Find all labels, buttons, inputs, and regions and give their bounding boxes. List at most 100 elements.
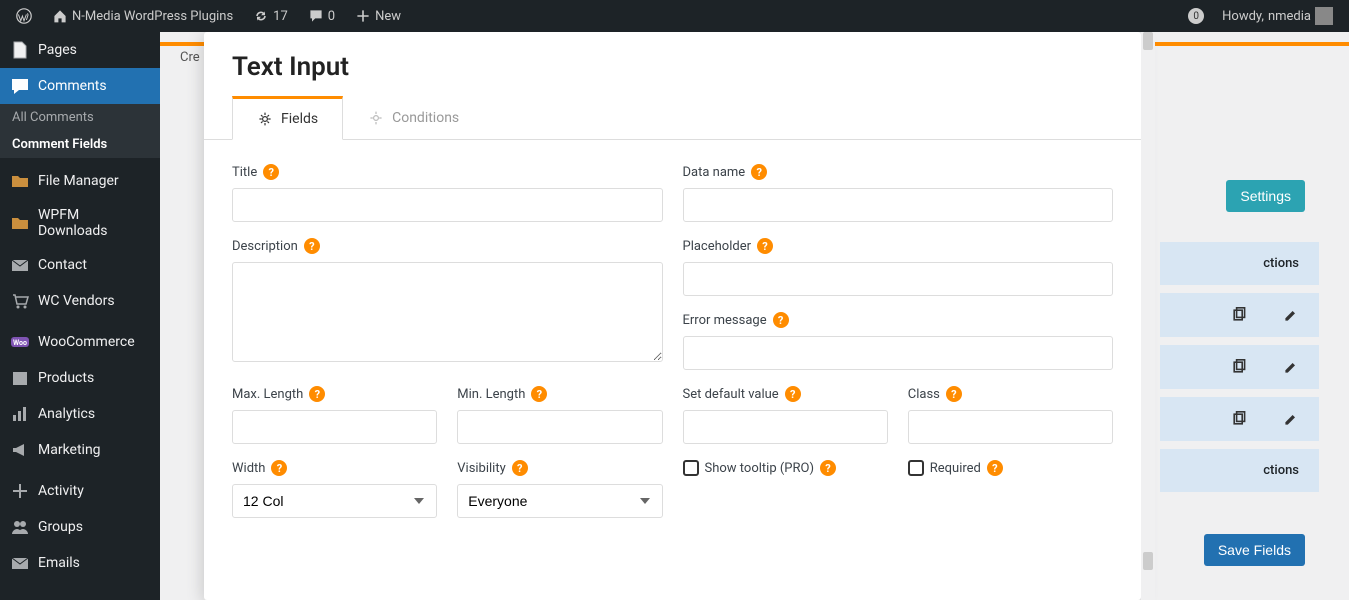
help-icon[interactable]: ? <box>304 238 320 254</box>
table-row <box>1160 397 1319 441</box>
sidebar-item-emails[interactable]: Emails <box>0 545 160 581</box>
download-icon <box>10 213 30 233</box>
sidebar-sub-all-comments[interactable]: All Comments <box>0 104 160 131</box>
help-icon[interactable]: ? <box>751 164 767 180</box>
new-menu[interactable]: New <box>347 0 409 32</box>
required-checkbox[interactable] <box>908 460 924 476</box>
save-fields-button[interactable]: Save Fields <box>1204 534 1305 566</box>
comments-bubble[interactable]: 0 <box>300 0 343 32</box>
settings-button[interactable]: Settings <box>1226 180 1305 212</box>
label-text: Data name <box>683 165 746 180</box>
edit-icon[interactable] <box>1283 411 1299 427</box>
updates[interactable]: 17 <box>245 0 296 32</box>
label-text: Placeholder <box>683 239 752 254</box>
folder-icon <box>10 171 30 191</box>
copy-icon[interactable] <box>1231 359 1247 375</box>
sidebar-item-wpfm[interactable]: WPFM Downloads <box>0 199 160 247</box>
site-name[interactable]: N-Media WordPress Plugins <box>44 0 241 32</box>
sidebar-label: Comments <box>38 78 107 94</box>
sidebar-item-pages[interactable]: Pages <box>0 32 160 68</box>
min-length-input[interactable] <box>457 410 662 444</box>
help-icon[interactable]: ? <box>263 164 279 180</box>
tab-label: Fields <box>281 111 318 127</box>
gear-icon <box>257 111 273 127</box>
new-label: New <box>375 9 401 24</box>
sidebar-item-comments[interactable]: Comments <box>0 68 160 104</box>
field-required: Required ? <box>908 460 1113 518</box>
description-input[interactable] <box>232 262 663 362</box>
tab-fields[interactable]: Fields <box>232 96 343 140</box>
help-icon[interactable]: ? <box>987 460 1003 476</box>
modal-scrollbar[interactable] <box>1141 32 1155 600</box>
placeholder-input[interactable] <box>683 262 1114 296</box>
sidebar-label: WC Vendors <box>38 293 115 309</box>
sidebar-item-groups[interactable]: Groups <box>0 509 160 545</box>
error-message-input[interactable] <box>683 336 1114 370</box>
sidebar-item-products[interactable]: Products <box>0 360 160 396</box>
label-text: Show tooltip (PRO) <box>705 461 814 476</box>
help-icon[interactable]: ? <box>785 386 801 402</box>
sidebar-item-activity[interactable]: Activity <box>0 473 160 509</box>
help-icon[interactable]: ? <box>773 312 789 328</box>
sidebar-item-marketing[interactable]: Marketing <box>0 432 160 468</box>
woo-icon: Woo <box>10 332 30 352</box>
label-text: Error message <box>683 313 767 328</box>
activity-icon <box>10 481 30 501</box>
scroll-down-arrow[interactable] <box>1143 552 1153 570</box>
sidebar-label: WooCommerce <box>38 334 135 350</box>
table-footer-row: ctions <box>1160 449 1319 492</box>
label-text: Description <box>232 239 298 254</box>
help-icon[interactable]: ? <box>820 460 836 476</box>
help-icon[interactable]: ? <box>757 238 773 254</box>
sidebar-sub-comment-fields[interactable]: Comment Fields <box>0 131 160 158</box>
sidebar-item-file-manager[interactable]: File Manager <box>0 163 160 199</box>
main-content: Cre Settings Save Fields ctions ctions T… <box>160 32 1349 600</box>
wp-logo[interactable] <box>8 0 40 32</box>
field-class: Class? <box>908 386 1113 444</box>
comments-count: 0 <box>328 9 335 24</box>
sidebar-label: Analytics <box>38 406 95 422</box>
tab-conditions[interactable]: Conditions <box>343 96 484 140</box>
sidebar-label: Products <box>38 370 94 386</box>
default-value-input[interactable] <box>683 410 888 444</box>
scroll-up-arrow[interactable] <box>1143 32 1153 50</box>
label-text: Width <box>232 461 265 476</box>
sidebar-item-contact[interactable]: Contact <box>0 247 160 283</box>
notification-badge[interactable]: 0 <box>1188 8 1204 24</box>
conditions-icon <box>368 110 384 126</box>
help-icon[interactable]: ? <box>271 460 287 476</box>
label-text: Set default value <box>683 387 779 402</box>
sidebar-item-woocommerce[interactable]: Woo WooCommerce <box>0 324 160 360</box>
data-name-input[interactable] <box>683 188 1114 222</box>
megaphone-icon <box>10 440 30 460</box>
home-icon <box>52 8 68 24</box>
help-icon[interactable]: ? <box>309 386 325 402</box>
user-menu[interactable]: Howdy, nmedia <box>1214 0 1341 32</box>
sidebar-label: Marketing <box>38 442 101 458</box>
label-text: Max. Length <box>232 387 303 402</box>
help-icon[interactable]: ? <box>512 460 528 476</box>
page-icon <box>10 40 30 60</box>
max-length-input[interactable] <box>232 410 437 444</box>
visibility-select[interactable]: Everyone <box>457 484 662 518</box>
title-input[interactable] <box>232 188 663 222</box>
sidebar-item-wcvendors[interactable]: WC Vendors <box>0 283 160 319</box>
help-icon[interactable]: ? <box>531 386 547 402</box>
username: nmedia <box>1268 9 1311 24</box>
label-text: Title <box>232 165 257 180</box>
show-tooltip-checkbox[interactable] <box>683 460 699 476</box>
edit-icon[interactable] <box>1283 359 1299 375</box>
fields-table-partial: ctions ctions <box>1160 242 1319 500</box>
copy-icon[interactable] <box>1231 411 1247 427</box>
help-icon[interactable]: ? <box>946 386 962 402</box>
class-input[interactable] <box>908 410 1113 444</box>
sidebar-item-analytics[interactable]: Analytics <box>0 396 160 432</box>
width-select[interactable]: 12 Col <box>232 484 437 518</box>
copy-icon[interactable] <box>1231 307 1247 323</box>
edit-icon[interactable] <box>1283 307 1299 323</box>
avatar <box>1315 7 1333 25</box>
label-text: Class <box>908 387 940 402</box>
comment-icon <box>308 8 324 24</box>
modal-tabs: Fields Conditions <box>204 96 1141 140</box>
sidebar-label: Contact <box>38 257 87 273</box>
